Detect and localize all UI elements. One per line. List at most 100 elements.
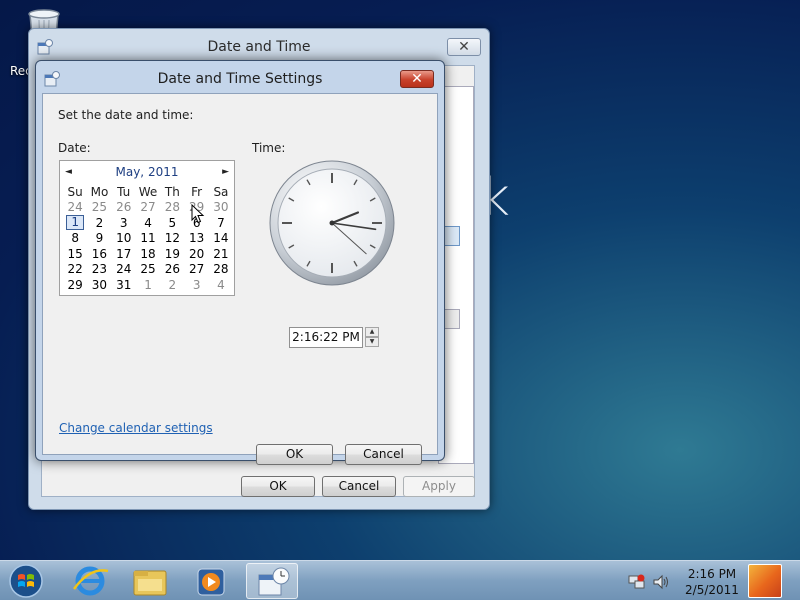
dialog-client-area: Set the date and time: Date: Time: ◄ May… [42, 93, 438, 465]
taskbar: 2:16 PM 2/5/2011 [0, 560, 800, 600]
calendar-day[interactable]: 29 [63, 277, 87, 293]
windows-explorer-icon [133, 570, 167, 596]
calendar-day[interactable]: 4 [209, 277, 233, 293]
calendar-day[interactable]: 27 [136, 200, 160, 216]
calendar-day[interactable]: 21 [209, 246, 233, 262]
calendar-day[interactable]: 25 [136, 262, 160, 278]
weekday-label: Th [164, 184, 180, 199]
calendar-week: 29 30 31 1 2 3 4 [63, 277, 233, 293]
calendar-week: 1 2 3 4 5 6 7 [63, 215, 233, 231]
taskbar-time: 2:16 PM [687, 567, 737, 581]
weekday-label: Fr [191, 184, 203, 199]
close-icon: ✕ [458, 39, 470, 55]
calendar-day[interactable]: 3 [184, 277, 208, 293]
media-player-icon [197, 568, 225, 596]
taskbar-date: 2/5/2011 [685, 583, 739, 597]
network-icon[interactable] [628, 573, 646, 591]
weekday-label: Tu [117, 184, 131, 199]
instruction-text: Set the date and time: [58, 108, 194, 122]
close-button[interactable]: ✕ [447, 38, 481, 56]
calendar-week: 8 9 10 11 12 13 14 [63, 231, 233, 247]
time-spinner[interactable]: ▲ ▼ [365, 327, 379, 348]
calendar-day[interactable]: 2 [160, 277, 184, 293]
taskbar-clock[interactable]: 2:16 PM 2/5/2011 [680, 566, 744, 598]
weekday-label: Sa [213, 184, 229, 199]
calendar-day[interactable]: 30 [209, 200, 233, 216]
calendar-day[interactable]: 24 [112, 262, 136, 278]
calendar-day[interactable]: 27 [184, 262, 208, 278]
calendar-grid: Su Mo Tu We Th Fr Sa 24 25 26 27 28 29 3… [63, 184, 233, 293]
outer-ok-button[interactable]: OK [241, 476, 315, 497]
calendar-day[interactable]: 14 [209, 231, 233, 247]
calendar-day[interactable]: 16 [87, 246, 111, 262]
calendar-day[interactable]: 2 [87, 215, 111, 231]
spin-up-button[interactable]: ▲ [365, 327, 379, 337]
mouse-cursor-icon [191, 204, 205, 224]
apply-button[interactable]: Apply [403, 476, 475, 497]
calendar-day[interactable]: 31 [112, 277, 136, 293]
calendar-day[interactable]: 10 [112, 231, 136, 247]
calendar-day[interactable]: 15 [63, 246, 87, 262]
date-time-settings-dialog: Date and Time Settings ✕ Set the date an… [35, 60, 445, 465]
dialog-close-button[interactable]: ✕ [400, 70, 434, 88]
taskbar-internet-explorer[interactable] [64, 563, 116, 599]
close-icon: ✕ [411, 71, 423, 87]
outer-cancel-button[interactable]: Cancel [322, 476, 396, 497]
spin-down-button[interactable]: ▼ [365, 337, 379, 347]
calendar-week: 22 23 24 25 26 27 28 [63, 262, 233, 278]
calendar-day[interactable]: 11 [136, 231, 160, 247]
date-time-icon [258, 567, 290, 596]
calendar-day[interactable]: 4 [136, 215, 160, 231]
background-button-stub [444, 309, 460, 329]
background-button-stub [444, 226, 460, 246]
calendar-day[interactable]: 19 [160, 246, 184, 262]
weekday-label: We [138, 184, 158, 199]
calendar-day[interactable]: 22 [63, 262, 87, 278]
calendar-day[interactable]: 20 [184, 246, 208, 262]
calendar-day[interactable]: 26 [112, 200, 136, 216]
calendar-day[interactable]: 25 [87, 200, 111, 216]
calendar-day[interactable]: 3 [112, 215, 136, 231]
date-label: Date: [58, 141, 91, 155]
user-picture-thumbnail[interactable] [748, 564, 782, 598]
volume-icon[interactable] [652, 573, 670, 591]
calendar-day[interactable]: 8 [63, 231, 87, 247]
calendar-day[interactable]: 28 [160, 200, 184, 216]
calendar-day[interactable]: 17 [112, 246, 136, 262]
dialog-ok-button[interactable]: OK [256, 444, 333, 465]
calendar-day[interactable]: 1 [136, 277, 160, 293]
time-input[interactable]: 2:16:22 PM [289, 327, 363, 348]
calendar-day[interactable]: 9 [87, 231, 111, 247]
weekday-header: Su Mo Tu We Th Fr Sa [63, 184, 233, 200]
weekday-label: Su [67, 184, 83, 199]
selected-calendar-day[interactable]: 1 [63, 215, 87, 231]
taskbar-media-player[interactable] [184, 563, 236, 599]
window-title: Date and Time [207, 39, 311, 55]
calendar-day[interactable]: 12 [160, 231, 184, 247]
analog-clock [269, 160, 395, 286]
weekday-label: Mo [90, 184, 109, 199]
taskbar-date-time[interactable] [246, 563, 298, 599]
dialog-title: Date and Time Settings [157, 71, 323, 87]
next-month-button[interactable]: ► [222, 167, 229, 177]
calendar-week: 15 16 17 18 19 20 21 [63, 246, 233, 262]
calendar[interactable]: ◄ May, 2011 ► Su Mo Tu We Th Fr Sa 24 25… [59, 160, 235, 296]
time-label: Time: [252, 141, 286, 155]
calendar-day[interactable]: 28 [209, 262, 233, 278]
calendar-day[interactable]: 30 [87, 277, 111, 293]
calendar-day[interactable]: 5 [160, 215, 184, 231]
start-orb-icon[interactable] [6, 562, 46, 600]
calendar-day[interactable]: 24 [63, 200, 87, 216]
internet-explorer-icon [72, 566, 109, 596]
calendar-day[interactable]: 7 [209, 215, 233, 231]
calendar-week: 24 25 26 27 28 29 30 [63, 200, 233, 216]
taskbar-windows-explorer[interactable] [124, 563, 176, 599]
dialog-cancel-button[interactable]: Cancel [345, 444, 422, 465]
selected-day-value: 1 [66, 215, 85, 231]
calendar-day[interactable]: 18 [136, 246, 160, 262]
calendar-day[interactable]: 13 [184, 231, 208, 247]
change-calendar-settings-link[interactable]: Change calendar settings [59, 421, 213, 435]
calendar-day[interactable]: 26 [160, 262, 184, 278]
calendar-day[interactable]: 23 [87, 262, 111, 278]
calendar-month-year[interactable]: May, 2011 [60, 165, 234, 179]
